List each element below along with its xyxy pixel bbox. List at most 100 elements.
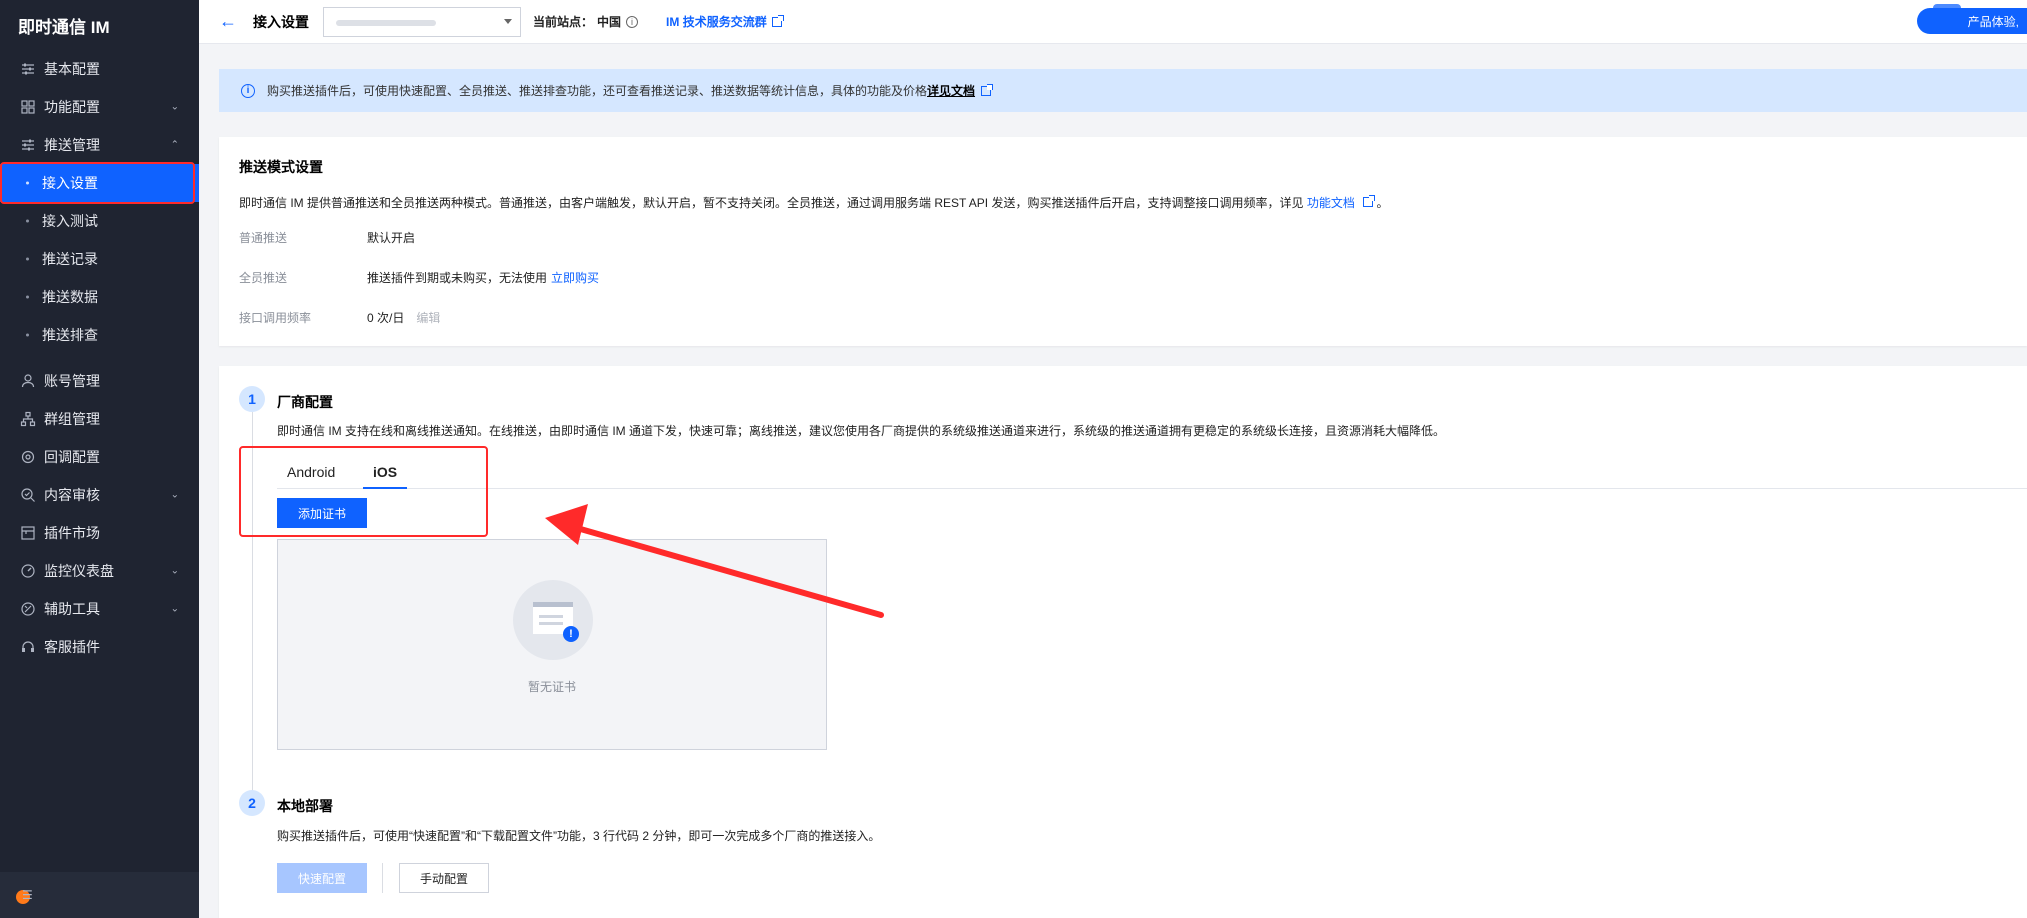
step-2-badge: 2	[239, 790, 265, 816]
sidebar-subitem-label: 推送排查	[42, 327, 98, 343]
caret-down-icon	[504, 18, 512, 24]
row-value-text: 0 次/日	[367, 311, 405, 325]
info-icon[interactable]: i	[626, 15, 639, 28]
sidebar-item-tools[interactable]: 辅助工具 ⌄	[0, 590, 199, 628]
push-mode-description: 即时通信 IM 提供普通推送和全员推送两种模式。普通推送，由客户端触发，默认开启…	[239, 194, 1389, 211]
local-deploy-description: 购买推送插件后，可使用“快速配置”和“下载配置文件”功能，3 行代码 2 分钟，…	[277, 829, 881, 843]
refresh-gear-icon	[20, 449, 36, 465]
manual-config-button[interactable]: 手动配置	[399, 863, 489, 893]
quick-config-button[interactable]: 快速配置	[277, 863, 367, 893]
empty-state-text: 暂无证书	[527, 680, 576, 694]
sidebar-item-label: 功能配置	[44, 99, 100, 115]
edit-rate-link[interactable]: 编辑	[416, 311, 440, 325]
external-link-icon	[1363, 195, 1376, 207]
sidebar-item-groups[interactable]: 群组管理	[0, 400, 199, 438]
annotation-highlight-tabs	[239, 446, 488, 537]
chevron-down-icon: ⌄	[170, 603, 179, 615]
row-key: 普通推送	[239, 231, 288, 245]
row-value: 0 次/日 编辑	[367, 309, 440, 326]
chevron-down-icon: ⌄	[170, 489, 179, 501]
product-trial-label: 产品体验,	[1967, 14, 2019, 29]
api-rate-row: 接口调用频率 0 次/日 编辑	[239, 309, 440, 326]
normal-push-row: 普通推送 默认开启	[239, 229, 415, 246]
sidebar-item-account[interactable]: 账号管理	[0, 362, 199, 400]
sidebar: 即时通信 IM 基本配置 功能配置 ⌄ 推送管理 ⌃ 接入设置 接入测试 推送记…	[0, 0, 199, 918]
row-value: 推送插件到期或未购买，无法使用 立即购买	[367, 269, 599, 286]
menu-toggle-icon[interactable]: ☰	[22, 888, 33, 902]
chevron-up-icon: ⌃	[170, 139, 179, 151]
row-value-text: 推送插件到期或未购买，无法使用	[367, 271, 548, 285]
platform-tabs: Android iOS	[277, 456, 2027, 489]
sidebar-item-content-review[interactable]: 内容审核 ⌄	[0, 476, 199, 514]
sidebar-item-label: 基本配置	[44, 61, 100, 77]
product-trial-button[interactable]: 产品体验,	[1917, 8, 2027, 34]
external-link-icon	[771, 14, 784, 27]
vendor-config-title: 厂商配置	[277, 394, 333, 410]
all-push-row: 全员推送 推送插件到期或未购买，无法使用 立即购买	[239, 269, 599, 286]
local-deploy-title: 本地部署	[277, 798, 333, 814]
sidebar-item-callback[interactable]: 回调配置	[0, 438, 199, 476]
sidebar-subitem-push-troubleshoot[interactable]: 推送排查	[0, 316, 199, 354]
tech-group-link-label: IM 技术服务交流群	[666, 15, 767, 29]
search-shield-icon	[20, 487, 36, 503]
alert-badge-icon: !	[563, 626, 579, 642]
sidebar-item-label: 账号管理	[44, 373, 100, 389]
sidebar-subitem-label: 推送数据	[42, 289, 98, 305]
sidebar-subitem-access-test[interactable]: 接入测试	[0, 202, 199, 240]
sidebar-item-basic-config[interactable]: 基本配置	[0, 50, 199, 88]
sidebar-item-monitor-dashboard[interactable]: 监控仪表盘 ⌄	[0, 552, 199, 590]
sidebar-item-feature-config[interactable]: 功能配置 ⌄	[0, 88, 199, 126]
sidebar-subitem-label: 推送记录	[42, 251, 98, 267]
step-1-badge: 1	[239, 386, 265, 412]
grid-icon	[20, 99, 36, 115]
sidebar-item-plugin-market[interactable]: 插件市场	[0, 514, 199, 552]
app-id-redacted	[336, 19, 436, 26]
site-label: 当前站点：	[533, 15, 594, 29]
empty-document-icon: !	[513, 580, 593, 660]
feature-doc-link[interactable]: 功能文档	[1306, 195, 1376, 210]
sidebar-subitem-push-data[interactable]: 推送数据	[0, 278, 199, 316]
feature-doc-link-label: 功能文档	[1306, 196, 1355, 210]
sidebar-item-label: 回调配置	[44, 449, 100, 465]
brand-title: 即时通信 IM	[18, 17, 110, 37]
sidebar-item-push-management[interactable]: 推送管理 ⌃	[0, 126, 199, 164]
push-mode-desc-text: 即时通信 IM 提供普通推送和全员推送两种模式。普通推送，由客户端触发，默认开启…	[239, 196, 1304, 210]
sidebar-item-label: 客服插件	[44, 639, 100, 655]
sidebar-footer: ☰	[0, 872, 199, 918]
sidebar-item-label: 插件市场	[44, 525, 100, 541]
sidebar-item-label: 推送管理	[44, 137, 100, 153]
back-arrow-icon[interactable]: ←	[219, 11, 239, 32]
app-selector[interactable]	[323, 6, 521, 37]
push-mode-desc-suffix: 。	[1376, 196, 1389, 210]
user-icon	[20, 373, 36, 389]
tech-group-link[interactable]: IM 技术服务交流群	[666, 13, 784, 30]
page-title: 接入设置	[253, 13, 309, 30]
sidebar-subitem-push-records[interactable]: 推送记录	[0, 240, 199, 278]
row-key: 全员推送	[239, 271, 288, 285]
certificate-empty-state: ! 暂无证书	[277, 539, 827, 750]
chevron-down-icon: ⌄	[170, 101, 179, 113]
sidebar-item-customer-service[interactable]: 客服插件	[0, 628, 199, 666]
row-key: 接口调用频率	[239, 311, 312, 325]
headset-icon	[20, 639, 36, 655]
external-link-icon	[981, 83, 994, 96]
vendor-config-description: 即时通信 IM 支持在线和离线推送通知。在线推送，由即时通信 IM 通道下发，快…	[277, 424, 1446, 438]
sidebar-item-label: 群组管理	[44, 411, 100, 427]
top-bar: ← 接入设置 当前站点： 中国 i IM 技术服务交流群 产品体验,	[199, 0, 2027, 44]
sliders-icon	[20, 137, 36, 153]
annotation-highlight-sidebar	[0, 162, 195, 204]
sidebar-item-label: 监控仪表盘	[44, 563, 114, 579]
sidebar-item-label: 辅助工具	[44, 601, 100, 617]
push-mode-title: 推送模式设置	[239, 159, 323, 175]
tools-icon	[20, 601, 36, 617]
push-mode-card: 推送模式设置 即时通信 IM 提供普通推送和全员推送两种模式。普通推送，由客户端…	[219, 137, 2027, 346]
buy-now-link[interactable]: 立即购买	[551, 271, 599, 285]
org-chart-icon	[20, 411, 36, 427]
sidebar-item-label: 内容审核	[44, 487, 100, 503]
alert-text: 购买推送插件后，可使用快速配置、全员推送、推送排查功能，还可查看推送记录、推送数…	[267, 84, 928, 98]
site-value: 中国	[597, 15, 622, 29]
sliders-icon	[20, 61, 36, 77]
chevron-down-icon: ⌄	[170, 565, 179, 577]
sidebar-subitem-label: 接入测试	[42, 213, 98, 229]
alert-doc-link[interactable]: 详见文档	[927, 82, 975, 99]
